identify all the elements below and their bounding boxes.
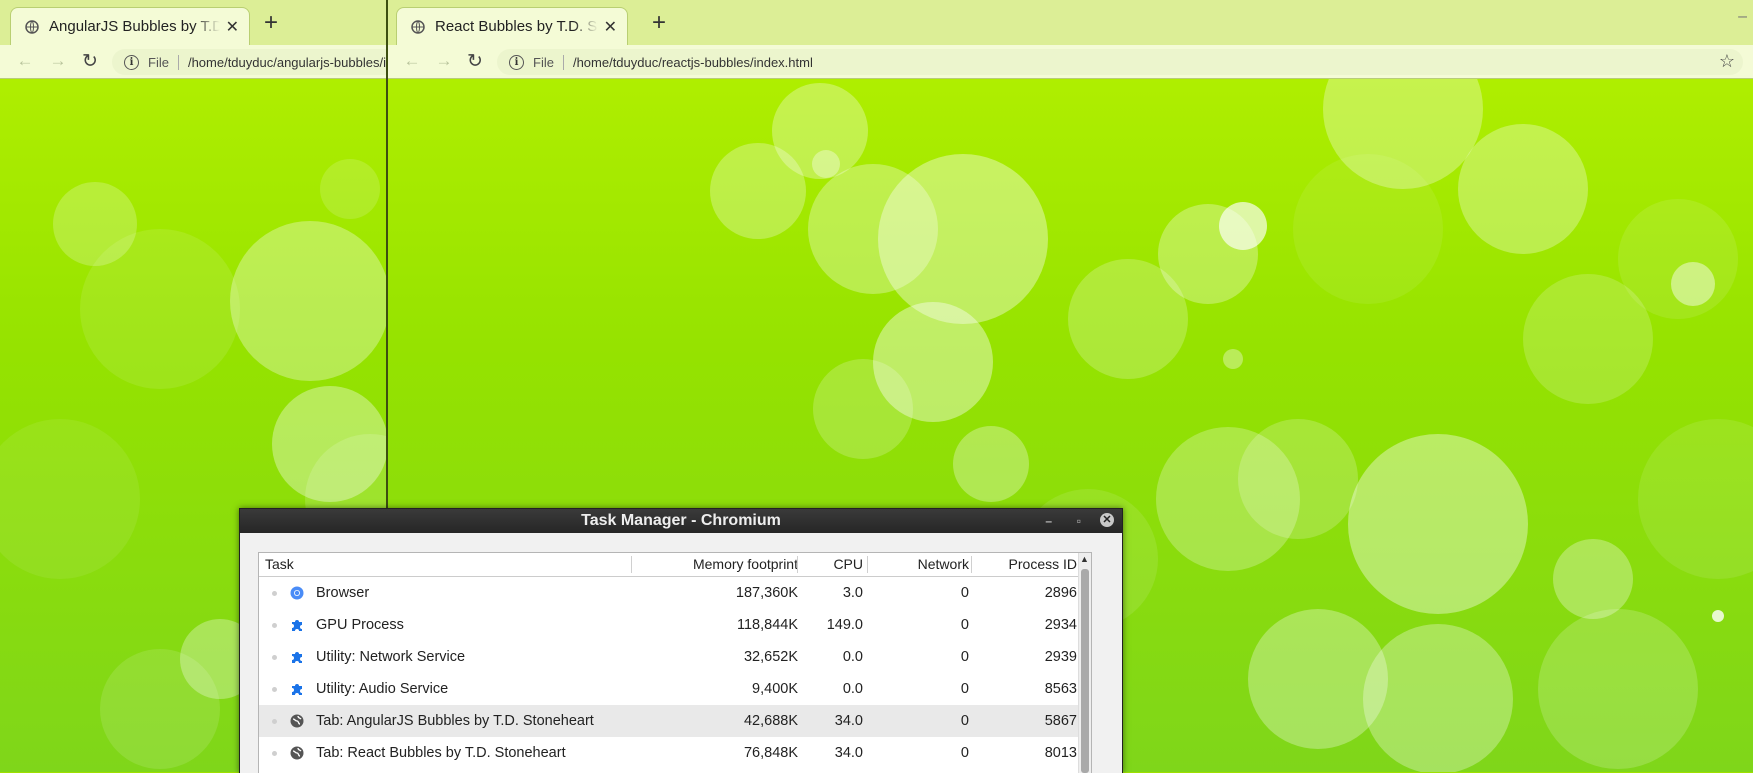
info-icon[interactable]: i xyxy=(124,54,139,70)
tab-react-bubbles[interactable]: React Bubbles by T.D. Stoneheart ✕ xyxy=(396,7,628,45)
puzzle-icon xyxy=(292,652,302,663)
scroll-up-icon[interactable]: ▲ xyxy=(1080,554,1089,564)
globe-icon xyxy=(290,746,304,760)
table-row-selected[interactable]: Tab: AngularJS Bubbles by T.D. Stonehear… xyxy=(259,705,1091,737)
close-icon[interactable]: ✕ xyxy=(1100,513,1114,527)
table-row[interactable]: Utility: Network Service 32,652K 0.0 0 2… xyxy=(259,641,1091,673)
tab-strip: React Bubbles by T.D. Stoneheart ✕ + – xyxy=(388,0,1753,45)
table-header: Task Memory footprint CPU Network Proces… xyxy=(259,553,1091,577)
url-text: /home/tduyduc/reactjs-bubbles/index.html xyxy=(572,54,813,70)
column-header-task[interactable]: Task xyxy=(265,556,294,572)
process-table: Task Memory footprint CPU Network Proces… xyxy=(258,552,1092,773)
tab-close-icon[interactable]: ✕ xyxy=(226,17,239,37)
tab-title: AngularJS Bubbles by T.D. Stoneheart xyxy=(49,18,220,35)
table-row[interactable]: GPU Process 118,844K 149.0 0 2934 xyxy=(259,609,1091,641)
vertical-scrollbar[interactable]: ▲ xyxy=(1078,553,1091,773)
globe-icon xyxy=(290,714,304,728)
forward-icon[interactable]: → xyxy=(434,51,454,71)
address-bar[interactable]: i File /home/tduyduc/angularjs-bubbles/i… xyxy=(112,49,386,75)
column-header-cpu[interactable]: CPU xyxy=(833,556,863,572)
address-bar[interactable]: i File /home/tduyduc/reactjs-bubbles/ind… xyxy=(497,49,1743,75)
back-icon[interactable]: ← xyxy=(15,51,35,71)
reload-icon[interactable]: ↻ xyxy=(80,50,100,73)
minimize-button[interactable]: – xyxy=(1738,8,1747,26)
table-row[interactable]: Tab: React Bubbles by T.D. Stoneheart 76… xyxy=(259,737,1091,769)
url-text: /home/tduyduc/angularjs-bubbles/index.ht… xyxy=(187,54,386,70)
browser-toolbar: ← → ↻ i File /home/tduyduc/angularjs-bub… xyxy=(0,45,386,79)
browser-toolbar: ← → ↻ i File /home/tduyduc/reactjs-bubbl… xyxy=(388,45,1753,79)
forward-icon[interactable]: → xyxy=(48,51,68,71)
task-manager-window: Task Manager - Chromium – ▫ ✕ Task Memor… xyxy=(239,508,1123,773)
reload-icon[interactable]: ↻ xyxy=(465,50,485,73)
tab-strip: AngularJS Bubbles by T.D. Stoneheart ✕ + xyxy=(0,0,386,45)
chromium-icon xyxy=(290,586,304,600)
column-header-process-id[interactable]: Process ID xyxy=(1009,556,1077,572)
scrollbar-thumb[interactable] xyxy=(1081,569,1089,773)
info-icon[interactable]: i xyxy=(509,54,524,70)
globe-icon xyxy=(411,19,425,34)
back-icon[interactable]: ← xyxy=(402,51,422,71)
table-row[interactable]: Utility: Audio Service 9,400K 0.0 0 8563 xyxy=(259,673,1091,705)
table-row[interactable]: Browser 187,360K 3.0 0 2896 xyxy=(259,577,1091,609)
task-manager-titlebar[interactable]: Task Manager - Chromium – ▫ ✕ xyxy=(240,509,1122,533)
bookmark-star-icon[interactable]: ☆ xyxy=(1719,51,1735,72)
column-header-memory[interactable]: Memory footprint xyxy=(693,556,798,572)
new-tab-button[interactable]: + xyxy=(652,11,666,35)
url-scheme: File xyxy=(533,54,564,70)
window-title: Task Manager - Chromium xyxy=(581,512,781,529)
column-header-network[interactable]: Network xyxy=(918,556,969,572)
restore-icon[interactable]: ▫ xyxy=(1077,509,1081,533)
url-scheme: File xyxy=(148,54,179,70)
globe-icon xyxy=(25,19,39,34)
new-tab-button[interactable]: + xyxy=(264,11,278,35)
puzzle-icon xyxy=(292,620,302,631)
tab-title: React Bubbles by T.D. Stoneheart xyxy=(435,18,598,35)
tab-close-icon[interactable]: ✕ xyxy=(604,17,617,37)
puzzle-icon xyxy=(292,684,302,695)
tab-angularjs-bubbles[interactable]: AngularJS Bubbles by T.D. Stoneheart ✕ xyxy=(10,7,250,45)
minimize-icon[interactable]: – xyxy=(1045,509,1052,533)
